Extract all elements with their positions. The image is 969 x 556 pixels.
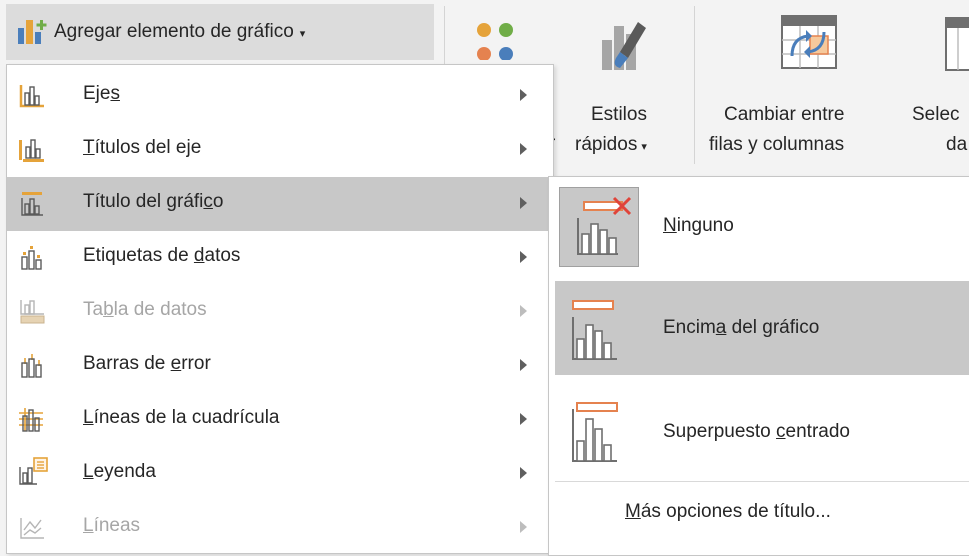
quick-styles-label-line2[interactable]: rápidos ▾ bbox=[575, 134, 647, 156]
add-chart-element-button[interactable]: Agregar elemento de gráfico ▾ bbox=[6, 4, 434, 60]
menu-item-label: Título del gráfico bbox=[83, 191, 224, 212]
error-bars-icon bbox=[19, 354, 45, 378]
add-chart-element-menu: Ejes Títulos del eje Título del gráfico … bbox=[6, 64, 554, 554]
submenu-arrow-icon bbox=[520, 143, 527, 155]
submenu-arrow-icon bbox=[520, 413, 527, 425]
menu-item-lines: Líneas bbox=[7, 501, 553, 555]
menu-item-legend[interactable]: Leyenda bbox=[7, 447, 553, 501]
axis-titles-icon bbox=[19, 138, 45, 162]
menu-item-label: Títulos del eje bbox=[83, 137, 202, 158]
chevron-down-icon: ▾ bbox=[641, 141, 647, 153]
submenu-separator bbox=[555, 481, 969, 482]
data-labels-icon bbox=[19, 246, 45, 270]
data-table-icon bbox=[19, 300, 45, 324]
menu-item-error-bars[interactable]: Barras de error bbox=[7, 339, 553, 393]
ribbon-separator bbox=[694, 6, 695, 164]
menu-item-label: Ejes bbox=[83, 83, 120, 104]
menu-item-label: Líneas bbox=[83, 515, 141, 536]
chart-title-icon bbox=[19, 192, 45, 216]
submenu-item-none[interactable]: Ninguno bbox=[555, 181, 969, 275]
axes-icon bbox=[19, 84, 45, 108]
switch-row-column-icon[interactable] bbox=[778, 14, 840, 77]
switch-row-column-label-line2[interactable]: filas y columnas bbox=[709, 134, 844, 156]
submenu-item-label: Encima del gráfico bbox=[663, 317, 820, 338]
quick-styles-label: rápidos bbox=[575, 134, 638, 155]
lines-icon bbox=[19, 516, 45, 540]
menu-item-axes[interactable]: Ejes bbox=[7, 69, 553, 123]
more-title-options-link[interactable]: Más opciones de título... bbox=[625, 501, 831, 523]
menu-item-label: Tabla de datos bbox=[83, 299, 207, 320]
submenu-arrow-icon bbox=[520, 467, 527, 479]
select-data-label-line1[interactable]: Selec bbox=[912, 104, 960, 126]
menu-item-label: Barras de error bbox=[83, 353, 211, 374]
menu-item-label: Etiquetas de datos bbox=[83, 245, 241, 266]
add-chart-element-label: Agregar elemento de gráfico bbox=[54, 21, 294, 42]
chart-title-submenu: Ninguno Encima del gráfico Superpuesto c… bbox=[548, 176, 969, 556]
submenu-item-label: Superpuesto centrado bbox=[663, 421, 850, 442]
submenu-item-above-chart[interactable]: Encima del gráfico bbox=[555, 281, 969, 375]
add-chart-element-icon bbox=[16, 18, 54, 46]
submenu-arrow-icon bbox=[520, 305, 527, 317]
select-data-icon[interactable] bbox=[944, 16, 969, 77]
menu-item-gridlines[interactable]: Líneas de la cuadrícula bbox=[7, 393, 553, 447]
gridlines-icon bbox=[19, 408, 45, 432]
quick-styles-label-line1[interactable]: Estilos bbox=[591, 104, 647, 126]
quick-styles-icon[interactable] bbox=[598, 14, 650, 79]
submenu-arrow-icon bbox=[520, 89, 527, 101]
submenu-arrow-icon bbox=[520, 359, 527, 371]
submenu-item-label: Ninguno bbox=[663, 215, 734, 236]
menu-item-data-table: Tabla de datos bbox=[7, 285, 553, 339]
legend-icon bbox=[19, 457, 48, 485]
title-centered-overlay-thumbnail-icon bbox=[559, 389, 639, 469]
menu-item-axis-titles[interactable]: Títulos del eje bbox=[7, 123, 553, 177]
switch-row-column-label-line1[interactable]: Cambiar entre bbox=[724, 104, 844, 126]
no-title-thumbnail-icon bbox=[559, 187, 639, 267]
chevron-down-icon: ▾ bbox=[299, 27, 306, 40]
title-above-chart-thumbnail-icon bbox=[559, 287, 639, 367]
menu-item-chart-title[interactable]: Título del gráfico bbox=[7, 177, 553, 231]
quick-layout-icon[interactable] bbox=[466, 18, 526, 65]
submenu-arrow-icon bbox=[520, 251, 527, 263]
menu-item-label: Leyenda bbox=[83, 461, 156, 482]
submenu-arrow-icon bbox=[520, 197, 527, 209]
menu-item-data-labels[interactable]: Etiquetas de datos bbox=[7, 231, 553, 285]
select-data-label-line2[interactable]: da bbox=[946, 134, 967, 156]
submenu-arrow-icon bbox=[520, 521, 527, 533]
submenu-item-centered-overlay[interactable]: Superpuesto centrado bbox=[555, 383, 969, 477]
menu-item-label: Líneas de la cuadrícula bbox=[83, 407, 280, 428]
